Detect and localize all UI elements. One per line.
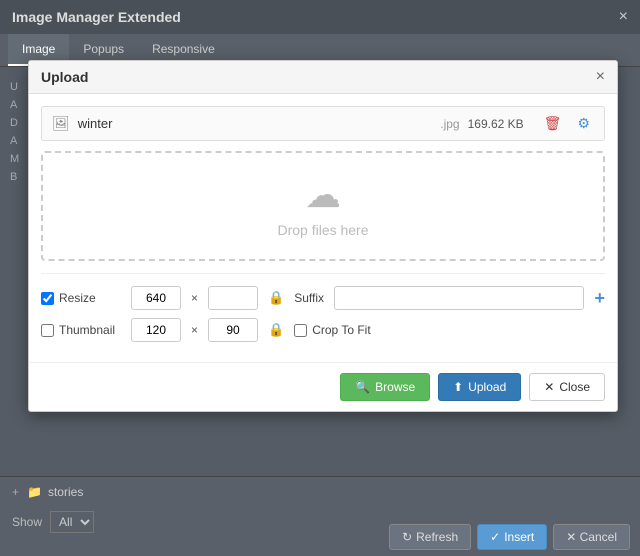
thumbnail-checkbox-label[interactable]: Thumbnail [41,323,121,337]
file-extension: .jpg [440,117,459,131]
insert-button[interactable]: ✓ Insert [477,524,547,550]
resize-width-input[interactable] [131,286,181,310]
file-delete-button[interactable]: 🗑 [540,113,566,134]
bg-bottom: + 📁 stories Show All ↻ Refresh ✓ Insert … [0,476,640,556]
resize-height-input[interactable] [208,286,258,310]
dialog-title: Image Manager Extended [12,9,181,25]
modal-close-button[interactable]: × [596,69,605,85]
resize-checkbox-label[interactable]: Resize [41,291,121,305]
file-size: 169.62 KB [468,117,524,131]
options-section: Resize × 🔒 Suffix + Thumbnail × 🔒 [41,273,605,342]
add-suffix-button[interactable]: + [594,288,605,309]
cancel-label: Cancel [580,530,617,544]
crop-checkbox[interactable] [294,324,307,337]
resize-row: Resize × 🔒 Suffix + [41,286,605,310]
browse-button[interactable]: 🔍 Browse [340,373,430,401]
resize-label: Resize [59,291,96,305]
resize-x-separator: × [191,291,198,305]
crop-checkbox-label[interactable]: Crop To Fit [294,323,370,337]
folder-name: stories [48,485,83,499]
thumb-height-input[interactable] [208,318,258,342]
modal-body: 🖼 winter .jpg 169.62 KB 🗑 ⚙ ☁ Drop files… [29,94,617,362]
upload-label: Upload [468,380,506,394]
bg-bottom-row: + 📁 stories [0,477,640,507]
file-type-icon: 🖼 [52,115,70,132]
thumbnail-row: Thumbnail × 🔒 Crop To Fit [41,318,605,342]
show-select[interactable]: All [50,511,94,533]
modal-title: Upload [41,69,88,85]
bg-action-row: ↻ Refresh ✓ Insert ✕ Cancel [389,524,630,550]
folder-expand-icon[interactable]: + [12,485,19,499]
browse-icon: 🔍 [355,380,370,394]
upload-button[interactable]: ⬆ Upload [438,373,521,401]
browse-label: Browse [375,380,415,394]
close-x-icon: ✕ [544,380,554,394]
thumbnail-checkbox[interactable] [41,324,54,337]
folder-item: 📁 stories [27,485,83,499]
thumb-lock-icon: 🔒 [268,322,284,338]
suffix-label: Suffix [294,291,324,305]
dialog-titlebar: Image Manager Extended × [0,0,640,34]
file-item: 🖼 winter .jpg 169.62 KB 🗑 ⚙ [41,106,605,141]
insert-label: Insert [504,530,534,544]
upload-modal: Upload × 🖼 winter .jpg 169.62 KB 🗑 ⚙ ☁ D… [28,60,618,412]
dialog-close-button[interactable]: × [619,8,628,26]
folder-icon: 📁 [27,485,42,499]
upload-icon: ⬆ [453,380,463,394]
close-label: Close [559,380,590,394]
thumb-width-input[interactable] [131,318,181,342]
thumbnail-label: Thumbnail [59,323,115,337]
suffix-input[interactable] [334,286,584,310]
cancel-button[interactable]: ✕ Cancel [553,524,630,550]
crop-label: Crop To Fit [312,323,370,337]
modal-header: Upload × [29,61,617,94]
close-button[interactable]: ✕ Close [529,373,605,401]
refresh-button[interactable]: ↻ Refresh [389,524,471,550]
thumb-x-separator: × [191,323,198,337]
modal-footer: 🔍 Browse ⬆ Upload ✕ Close [29,362,617,411]
file-name: winter [78,116,432,131]
file-settings-button[interactable]: ⚙ [573,113,594,134]
resize-lock-icon: 🔒 [268,290,284,306]
refresh-icon: ↻ [402,530,412,544]
drop-zone-text: Drop files here [277,222,368,238]
cancel-icon: ✕ [566,530,576,544]
resize-checkbox[interactable] [41,292,54,305]
refresh-label: Refresh [416,530,458,544]
cloud-upload-icon: ☁ [305,174,341,216]
show-label: Show [12,515,42,529]
insert-icon: ✓ [490,530,500,544]
drop-zone[interactable]: ☁ Drop files here [41,151,605,261]
